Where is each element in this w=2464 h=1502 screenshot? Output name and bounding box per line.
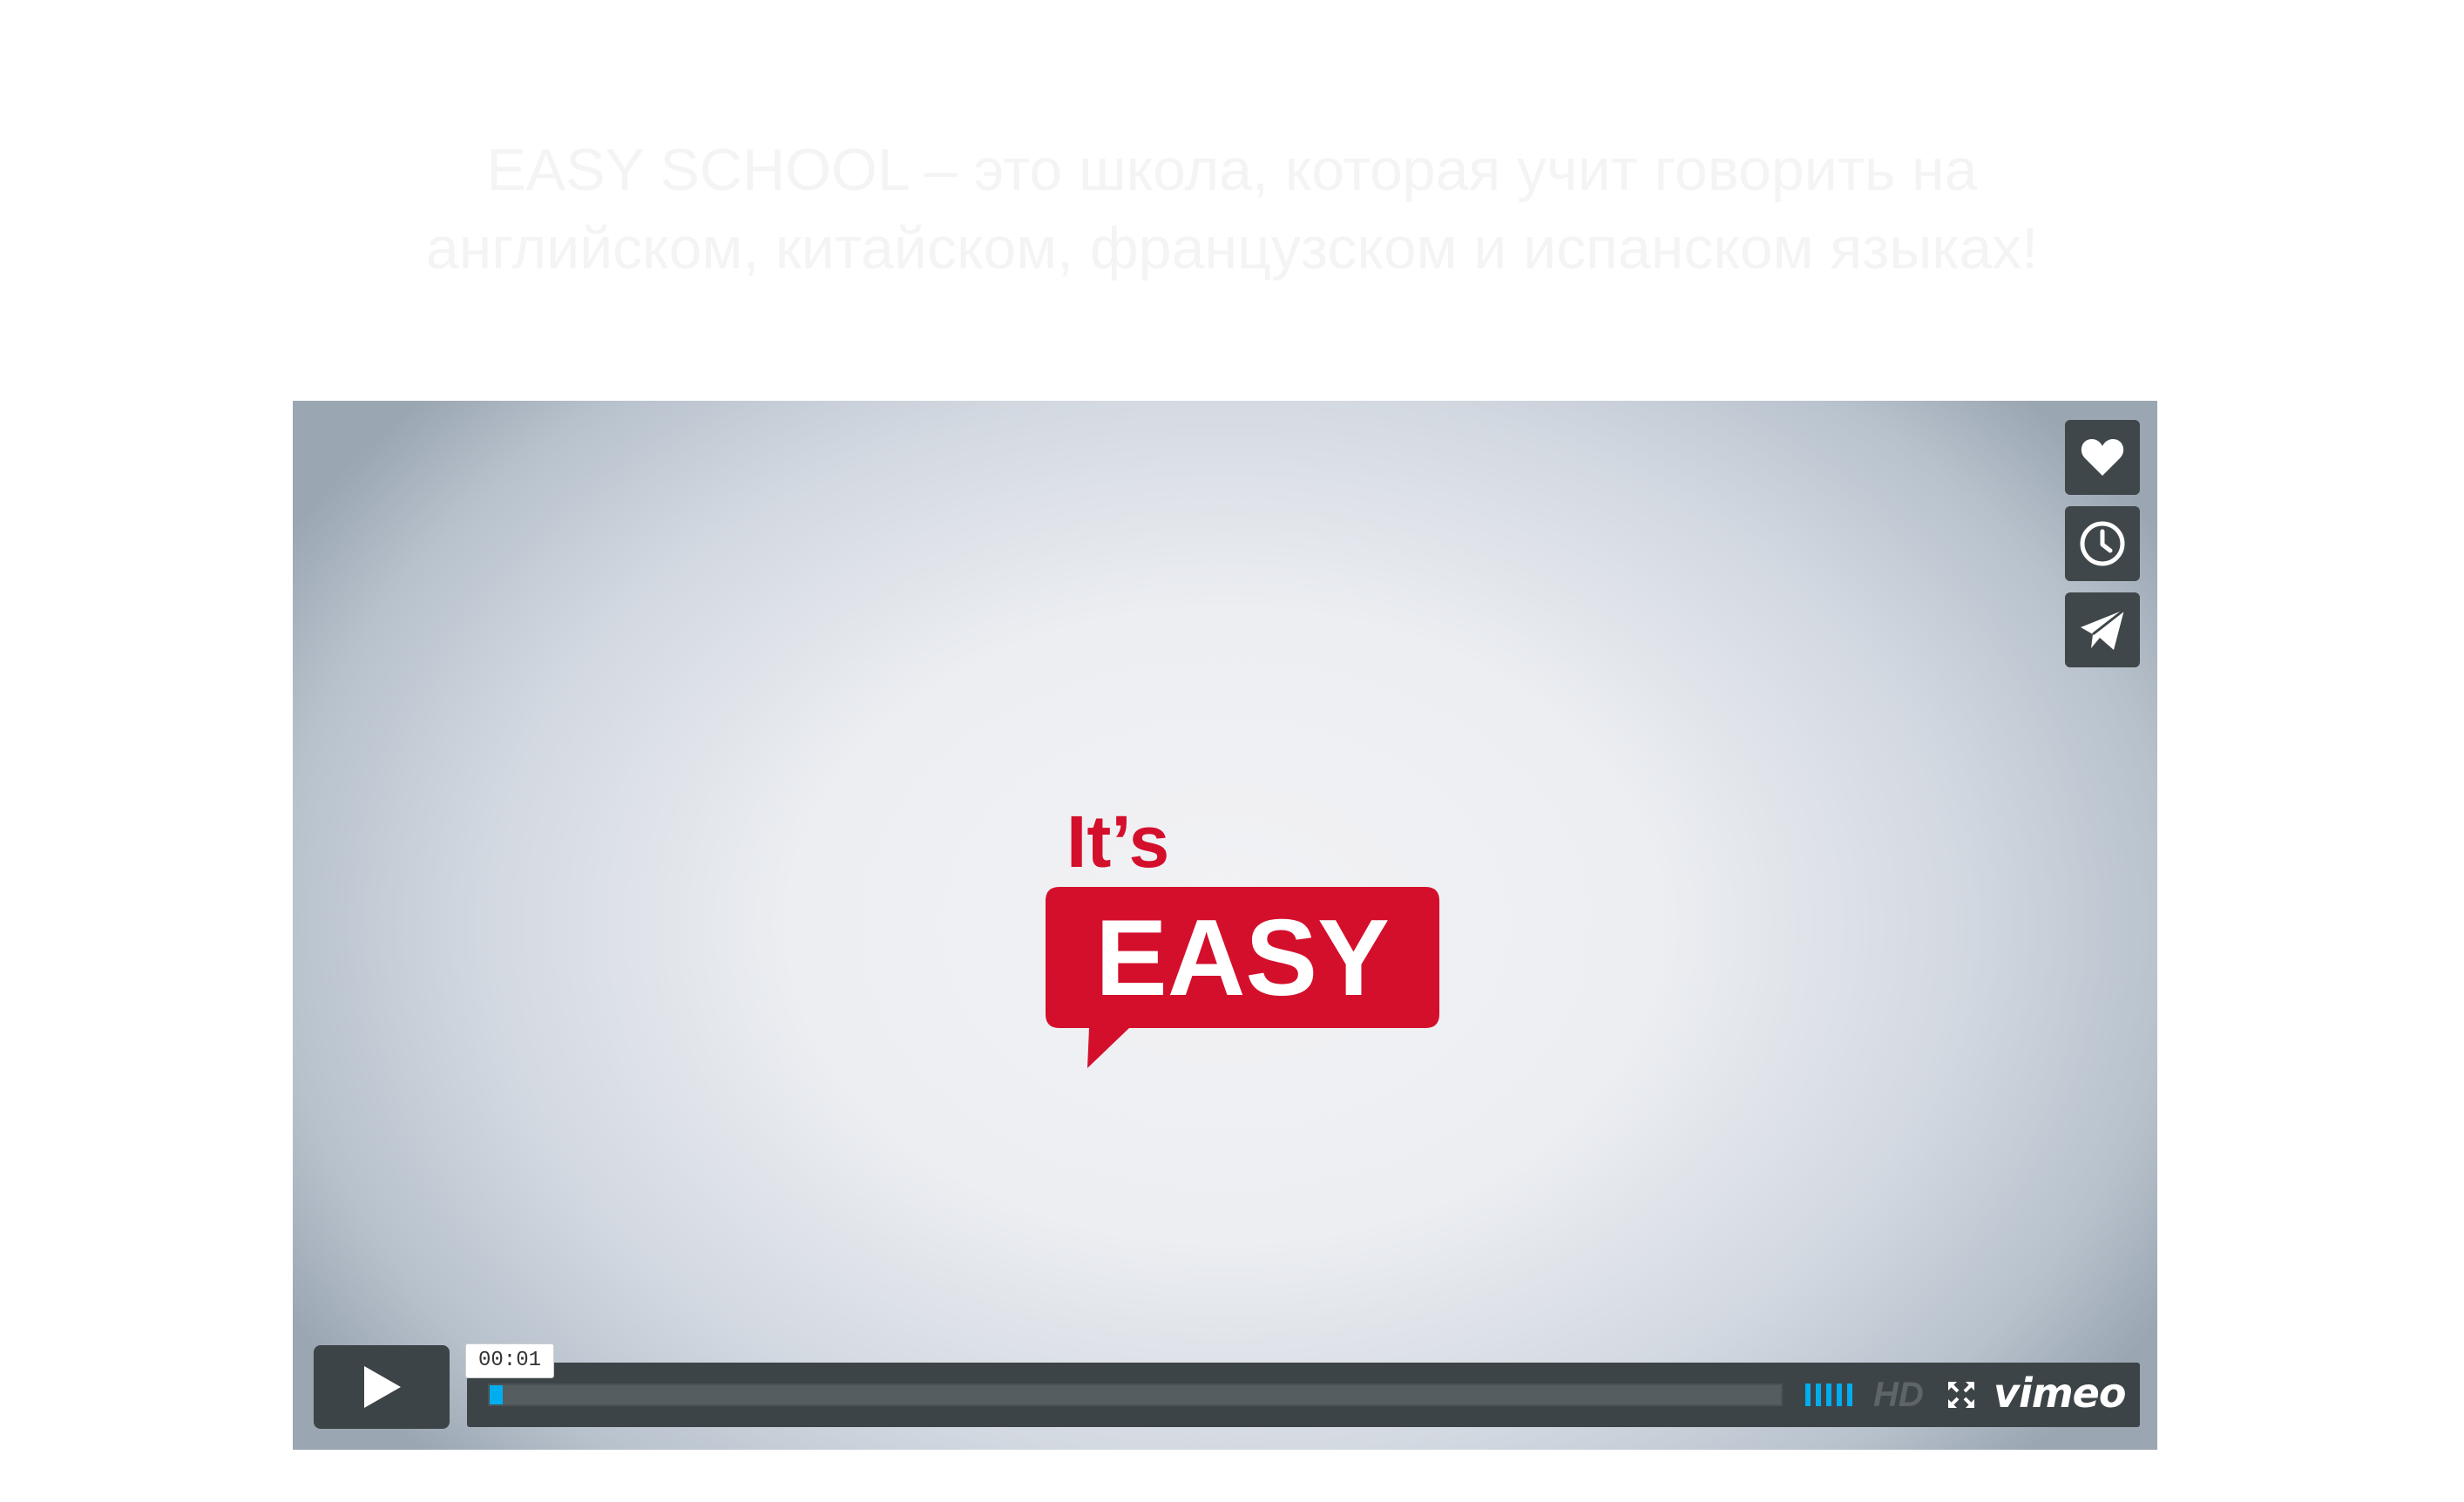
- paper-plane-icon: [2081, 608, 2125, 650]
- volume-bars-icon[interactable]: [1804, 1382, 1856, 1408]
- logo-line-2: EASY: [1095, 898, 1390, 1018]
- vimeo-logo[interactable]: vimeo: [1994, 1366, 2126, 1420]
- progress-fill: [490, 1385, 503, 1404]
- control-bar: HD vimeo: [467, 1363, 2140, 1427]
- its-easy-logo: It’s EASY: [1046, 801, 1439, 1068]
- timecode-tooltip: 00:01: [465, 1343, 555, 1378]
- share-button[interactable]: [2065, 592, 2140, 667]
- heading-line-1: EASY SCHOOL – это школа, которая учит го…: [486, 137, 1978, 203]
- heading-line-2: английском, китайском, французском и исп…: [425, 215, 2039, 281]
- play-icon: [364, 1366, 401, 1408]
- video-player[interactable]: It’s EASY HD vimeo 00:01: [293, 401, 2157, 1450]
- progress-bar[interactable]: [488, 1384, 1783, 1406]
- heart-icon: [2081, 439, 2124, 476]
- fullscreen-icon[interactable]: [1946, 1380, 1976, 1410]
- side-buttons: [2065, 420, 2140, 667]
- clock-icon: [2080, 521, 2125, 566]
- play-button[interactable]: [314, 1345, 450, 1429]
- page: EASY SCHOOL – это школа, которая учит го…: [0, 0, 2464, 1502]
- page-heading: EASY SCHOOL – это школа, которая учит го…: [261, 131, 2203, 288]
- like-button[interactable]: [2065, 420, 2140, 495]
- hd-toggle[interactable]: HD: [1873, 1373, 1924, 1417]
- logo-line-1: It’s: [1066, 801, 1169, 883]
- watch-later-button[interactable]: [2065, 506, 2140, 581]
